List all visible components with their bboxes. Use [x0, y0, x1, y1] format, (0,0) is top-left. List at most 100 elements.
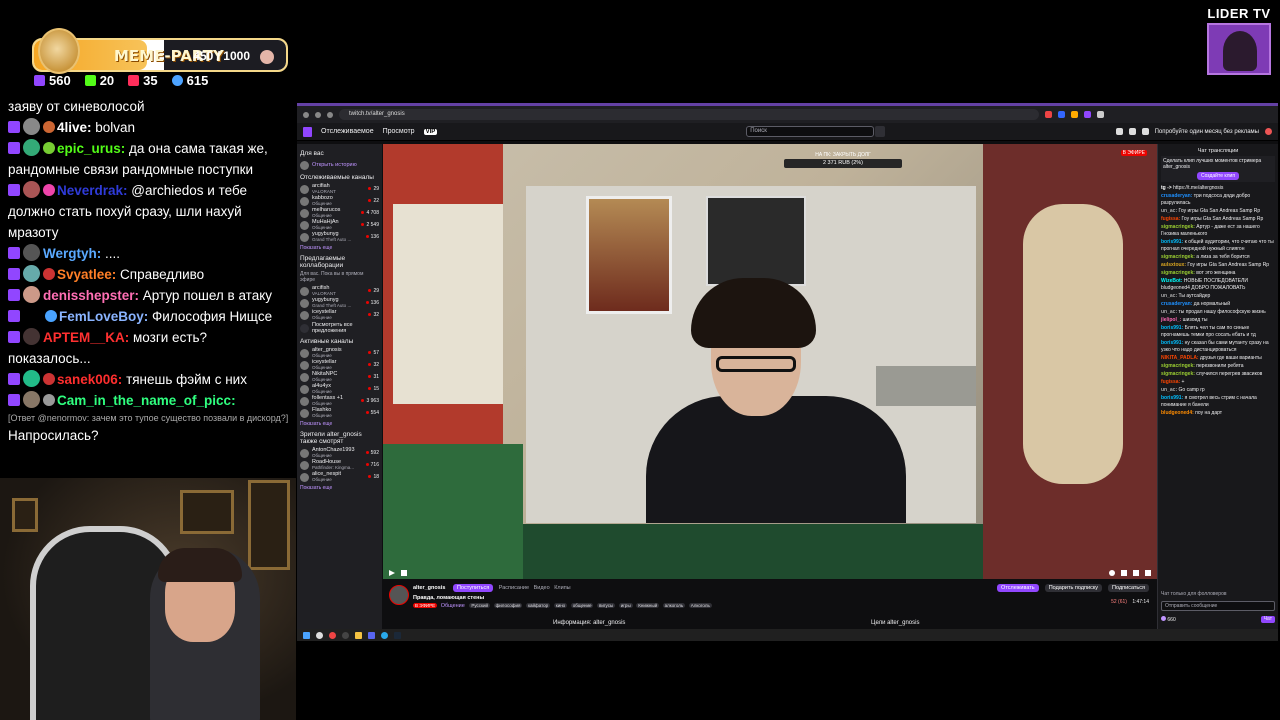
extension-icon[interactable]	[1084, 111, 1091, 118]
sidebar-channel[interactable]: iceystellar Общение 32	[300, 309, 379, 321]
username[interactable]: un_ac:	[1161, 387, 1177, 393]
sidebar-channel[interactable]: melharucos Общение 4 708	[300, 207, 379, 219]
address-bar[interactable]: twitch.tv/alter_gnosis	[339, 109, 1039, 120]
username[interactable]: tg ->	[1161, 185, 1172, 191]
show-more-link[interactable]: Показать еще	[300, 421, 379, 427]
search-input[interactable]: Поиск	[746, 126, 875, 137]
username[interactable]: fugissa:	[1161, 216, 1180, 222]
extension-icon[interactable]	[1058, 111, 1065, 118]
crown-icon[interactable]	[1141, 128, 1149, 135]
unfollow-button[interactable]: Отслеживать	[997, 584, 1039, 592]
channel-points[interactable]: 660	[1161, 616, 1176, 623]
gift-sub-button[interactable]: Подарить подписку	[1044, 584, 1103, 592]
tab-clips[interactable]: Клипы	[554, 585, 570, 591]
sidebar-channel[interactable]: yugybunyg Grand Theft Auto ... 136	[300, 297, 379, 309]
username[interactable]: jlelipol_:	[1161, 317, 1181, 323]
subscribe-button[interactable]: Подписаться	[1108, 584, 1149, 592]
username[interactable]: sigmacringek:	[1161, 371, 1195, 377]
extension-icon[interactable]	[1071, 111, 1078, 118]
stream-tag[interactable]: вигусы	[597, 603, 616, 608]
channel-name[interactable]: alter_gnosis	[413, 585, 445, 591]
steam-icon[interactable]	[394, 631, 401, 639]
tab-schedule[interactable]: Расписание	[499, 585, 529, 591]
follow-button[interactable]: Поступиться	[452, 584, 494, 592]
fullscreen-icon[interactable]	[1145, 570, 1151, 576]
username[interactable]: crusaderyan:	[1161, 193, 1192, 199]
sidebar-channel[interactable]: RoadHouse Pathfinder: Kingma... 716	[300, 459, 379, 471]
username[interactable]: un_ac:	[1161, 208, 1177, 214]
username[interactable]: un_ac:	[1161, 309, 1177, 315]
send-button[interactable]: Чат	[1260, 616, 1275, 623]
extension-icon[interactable]	[1045, 111, 1052, 118]
username[interactable]: boris991:	[1161, 395, 1183, 401]
username[interactable]: un_ac:	[1161, 293, 1177, 299]
username[interactable]: sigmacringek:	[1161, 254, 1195, 260]
sidebar-channel[interactable]: NikitaNPC Общение 31	[300, 371, 379, 383]
sidebar-channel[interactable]: alter_gnosis Общение 57	[300, 347, 379, 359]
username[interactable]: aulsxtoux:	[1161, 262, 1186, 268]
stream-tag[interactable]: игры	[618, 603, 633, 608]
play-icon[interactable]	[389, 570, 395, 576]
sidebar-channel[interactable]: al4u4yx Общение 15	[300, 383, 379, 395]
username[interactable]: sigmacringek:	[1161, 224, 1195, 230]
stream-tag[interactable]: кайфатор	[525, 603, 551, 608]
username[interactable]: boris991:	[1161, 325, 1183, 331]
notifications-icon[interactable]	[1115, 128, 1123, 135]
sidebar-item-history[interactable]: Открыть историю	[300, 159, 379, 171]
sidebar-item-suggestions[interactable]: Посмотреть все предложения	[300, 321, 379, 335]
username[interactable]: bludgeoned4:	[1161, 410, 1194, 416]
reload-icon[interactable]	[327, 111, 333, 118]
vip-badge[interactable]: VIP	[423, 128, 438, 135]
stream-tag[interactable]: Алкоголь	[688, 603, 712, 608]
username[interactable]: fugissa:	[1161, 379, 1180, 385]
back-icon[interactable]	[303, 111, 309, 118]
channel-avatar[interactable]	[389, 585, 409, 605]
stream-tag[interactable]: философия	[493, 603, 523, 608]
show-more-link[interactable]: Показать еще	[300, 485, 379, 491]
nav-browse[interactable]: Просмотр	[383, 128, 415, 135]
create-clip-button[interactable]: Создайте клип	[1196, 172, 1240, 180]
tab-video[interactable]: Видео	[534, 585, 550, 591]
sidebar-channel[interactable]: alice_nespit Общение 18	[300, 471, 379, 483]
sidebar-channel[interactable]: arcifiah VALORANT 29	[300, 183, 379, 195]
twitch-logo-icon[interactable]	[303, 126, 312, 137]
username[interactable]: boris991:	[1161, 340, 1183, 346]
sidebar-channel[interactable]: AntonChaze1993 Общение 592	[300, 447, 379, 459]
chat-input[interactable]: Отправить сообщение	[1161, 601, 1275, 611]
sidebar-channel[interactable]: iceystellar Общение 32	[300, 359, 379, 371]
nav-following[interactable]: Отслеживаемое	[321, 128, 374, 135]
forward-icon[interactable]	[315, 111, 321, 118]
settings-icon[interactable]	[1109, 570, 1115, 576]
stream-tag[interactable]: кино	[553, 603, 568, 608]
folder-icon[interactable]	[355, 631, 362, 639]
sidebar-channel[interactable]: arcifish VALORANT 29	[300, 285, 379, 297]
inbox-icon[interactable]	[1128, 128, 1136, 135]
username[interactable]: boris991:	[1161, 239, 1183, 245]
sidebar-channel[interactable]: Flashko Общение 554	[300, 407, 379, 419]
sidebar-channel[interactable]: MuHaHjAn Общение 2 549	[300, 219, 379, 231]
search-icon[interactable]	[316, 631, 323, 639]
telegram-icon[interactable]	[381, 631, 388, 639]
discord-icon[interactable]	[368, 631, 375, 639]
username[interactable]: WizeBot:	[1161, 278, 1182, 284]
chrome-icon[interactable]	[329, 631, 336, 639]
username[interactable]: NIKITA_PADLA:	[1161, 355, 1199, 361]
obs-icon[interactable]	[342, 631, 349, 639]
windows-start-icon[interactable]	[303, 631, 310, 639]
sidebar-channel[interactable]: kabbozo Общение 22	[300, 195, 379, 207]
username[interactable]: crusaderyan:	[1161, 301, 1192, 307]
video-player[interactable]: НА ПК: ЗАКРЫТЬ ДОЛГ 2 371 RUB (2%) В ЭФИ…	[383, 144, 1157, 579]
sidebar-channel[interactable]: yugybunyg Grand Theft Auto ... 136	[300, 231, 379, 243]
stream-tag[interactable]: алкоголь	[662, 603, 686, 608]
stream-tag[interactable]: Книжный	[636, 603, 660, 608]
search-icon[interactable]	[875, 126, 886, 137]
extension-icon[interactable]	[1097, 111, 1104, 118]
prime-promo[interactable]: Попробуйте один месяц без рекламы	[1155, 129, 1259, 135]
volume-icon[interactable]	[401, 570, 407, 576]
stream-category[interactable]: Общение	[441, 603, 465, 609]
show-more-link[interactable]: Показать еще	[300, 245, 379, 251]
clip-icon[interactable]	[1121, 570, 1127, 576]
profile-avatar-icon[interactable]	[1265, 128, 1272, 135]
stream-tag[interactable]: Русский	[469, 603, 491, 608]
stream-tag[interactable]: общение	[570, 603, 594, 608]
